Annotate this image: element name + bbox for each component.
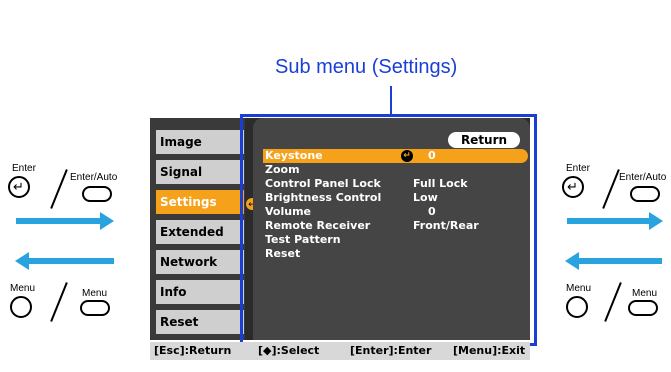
main-menu-item-extended[interactable]: Extended: [156, 220, 244, 244]
left-arrow-icon: [28, 258, 114, 264]
main-menu-item-reset[interactable]: Reset: [156, 310, 244, 334]
right-enter-auto-button-icon: [630, 186, 660, 202]
right-slash-divider-2: [604, 282, 622, 322]
left-slash-divider-2: [50, 282, 68, 322]
right-menu-button-icon: [566, 296, 588, 318]
left-menu-label: Menu: [10, 283, 36, 294]
left-menu-oval-button-icon: [80, 300, 110, 316]
left-enter-auto-button-icon: [82, 186, 112, 202]
right-arrow-icon: [16, 218, 102, 224]
right-arrow-head-icon: [100, 212, 114, 230]
left-enter-auto-label: Enter/Auto: [70, 172, 118, 183]
caption-leader-line: [390, 86, 392, 114]
left-arrow-head-icon-2: [565, 252, 579, 270]
main-menu: Image Signal Settings Extended Network I…: [150, 118, 245, 340]
right-menu-small-label: Menu: [632, 288, 658, 299]
main-menu-item-signal[interactable]: Signal: [156, 160, 244, 184]
left-enter-label: Enter: [12, 163, 36, 174]
left-slash-divider: [50, 169, 68, 209]
status-esc-hint: [Esc]:Return: [154, 344, 232, 357]
right-menu-label: Menu: [566, 283, 592, 294]
status-bar: [Esc]:Return [◆]:Select [Enter]:Enter [M…: [150, 342, 530, 360]
main-menu-item-image[interactable]: Image: [156, 130, 244, 154]
right-arrow-head-icon-2: [649, 212, 663, 230]
submenu-caption: Sub menu (Settings): [275, 56, 458, 78]
left-arrow-icon-2: [578, 258, 662, 264]
right-enter-button-icon: ↵: [562, 176, 584, 198]
main-menu-item-network[interactable]: Network: [156, 250, 244, 274]
right-enter-auto-label: Enter/Auto: [619, 172, 667, 183]
right-menu-oval-button-icon: [628, 300, 658, 316]
right-slash-divider: [602, 169, 620, 209]
left-arrow-head-icon: [15, 252, 29, 270]
left-enter-button-icon: ↵: [8, 176, 30, 198]
status-enter-hint: [Enter]:Enter: [350, 344, 432, 357]
right-arrow-icon-2: [567, 218, 651, 224]
submenu-highlight-box: [240, 114, 537, 346]
status-select-hint: [◆]:Select: [258, 344, 320, 357]
main-menu-item-info[interactable]: Info: [156, 280, 244, 304]
left-menu-small-label: Menu: [82, 288, 108, 299]
left-menu-button-icon: [10, 296, 32, 318]
status-menu-hint: [Menu]:Exit: [453, 344, 526, 357]
main-menu-item-settings[interactable]: Settings: [156, 190, 244, 214]
right-enter-label: Enter: [566, 163, 590, 174]
